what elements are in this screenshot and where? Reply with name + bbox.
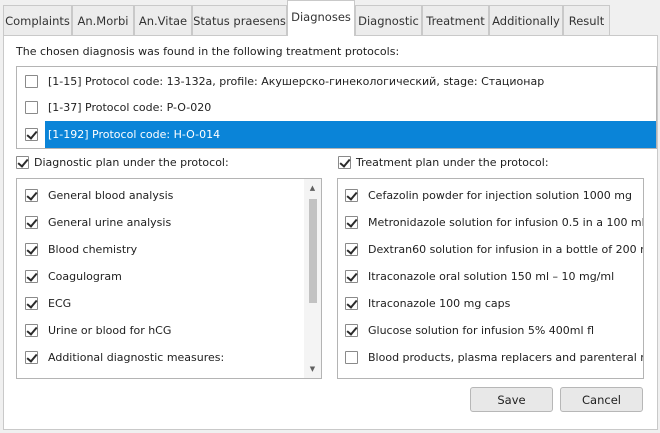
diagnostic-item[interactable]: ECG: [17, 290, 321, 317]
item-label: Dextran60 solution for infusion in a bot…: [368, 243, 643, 256]
tab-result[interactable]: Result: [563, 5, 610, 35]
diagnostic-item[interactable]: Additional diagnostic measures:: [17, 344, 321, 371]
diagnostic-item[interactable]: Urine or blood for hCG: [17, 317, 321, 344]
diagnostic-item[interactable]: General urine analysis: [17, 209, 321, 236]
diagnostic-scrollbar[interactable]: ▲ ▼: [304, 179, 321, 378]
item-label: Cefazolin powder for injection solution …: [368, 189, 632, 202]
protocols-heading: The chosen diagnosis was found in the fo…: [16, 45, 400, 58]
protocol-label: [1-192] Protocol code: H-O-014: [48, 128, 221, 141]
item-checkbox[interactable]: [345, 324, 358, 337]
item-label: Additional diagnostic measures:: [48, 351, 225, 364]
item-checkbox[interactable]: [345, 351, 358, 364]
treatment-item[interactable]: Dextran60 solution for infusion in a bot…: [338, 236, 643, 263]
diagnostic-item[interactable]: Blood chemistry: [17, 236, 321, 263]
treatment-item[interactable]: Metronidazole solution for infusion 0.5 …: [338, 209, 643, 236]
treatment-plan-list: Cefazolin powder for injection solution …: [337, 178, 644, 379]
item-checkbox[interactable]: [25, 243, 38, 256]
item-label: General blood analysis: [48, 189, 174, 202]
item-label: Blood products, plasma replacers and par…: [368, 351, 643, 364]
protocol-item[interactable]: [1-15] Protocol code: 13-132a, profile: …: [17, 68, 656, 95]
scroll-thumb[interactable]: [309, 199, 317, 303]
tab-diagnoses[interactable]: Diagnoses: [287, 0, 355, 36]
tab-treatment[interactable]: Treatment: [422, 5, 489, 35]
treatment-item[interactable]: Cefazolin powder for injection solution …: [338, 182, 643, 209]
diagnostic-item[interactable]: General blood analysis: [17, 182, 321, 209]
item-checkbox[interactable]: [345, 243, 358, 256]
tab-bar: Complaints An.Morbi An.Vitae Status prae…: [0, 0, 660, 36]
item-label: General urine analysis: [48, 216, 172, 229]
item-checkbox[interactable]: [25, 189, 38, 202]
item-checkbox[interactable]: [345, 297, 358, 310]
item-label: Itraconazole 100 mg caps: [368, 297, 511, 310]
item-checkbox[interactable]: [345, 216, 358, 229]
tab-additionally[interactable]: Additionally: [489, 5, 563, 35]
item-label: Blood chemistry: [48, 243, 138, 256]
treatment-item[interactable]: Glucose solution for infusion 5% 400ml f…: [338, 317, 643, 344]
protocol-checkbox[interactable]: [25, 75, 38, 88]
item-label: Glucose solution for infusion 5% 400ml f…: [368, 324, 594, 337]
treatment-plan-toggle[interactable]: Treatment plan under the protocol:: [338, 156, 549, 169]
treatment-plan-checkbox[interactable]: [338, 156, 351, 169]
item-checkbox[interactable]: [25, 297, 38, 310]
tab-diagnostic[interactable]: Diagnostic: [355, 5, 422, 35]
scroll-down-icon[interactable]: ▼: [304, 362, 321, 376]
item-label: Urine or blood for hCG: [48, 324, 172, 337]
save-button[interactable]: Save: [470, 387, 553, 412]
treatment-item[interactable]: Itraconazole oral solution 150 ml – 10 m…: [338, 263, 643, 290]
item-checkbox[interactable]: [25, 216, 38, 229]
item-label: ECG: [48, 297, 72, 310]
diagnostic-plan-label: Diagnostic plan under the protocol:: [34, 156, 229, 169]
protocol-checkbox[interactable]: [25, 101, 38, 114]
diagnostic-plan-list: General blood analysis General urine ana…: [16, 178, 322, 379]
item-checkbox[interactable]: [25, 351, 38, 364]
protocols-list: [1-15] Protocol code: 13-132a, profile: …: [16, 66, 657, 149]
protocol-item[interactable]: [1-37] Protocol code: P-O-020: [17, 94, 656, 121]
protocol-label: [1-37] Protocol code: P-O-020: [48, 101, 212, 114]
protocol-item-selected[interactable]: [1-192] Protocol code: H-O-014: [17, 121, 656, 148]
cancel-button[interactable]: Cancel: [560, 387, 643, 412]
diagnostic-plan-toggle[interactable]: Diagnostic plan under the protocol:: [16, 156, 229, 169]
tab-status-praesens[interactable]: Status praesens: [192, 5, 287, 35]
item-checkbox[interactable]: [25, 324, 38, 337]
treatment-item[interactable]: Itraconazole 100 mg caps: [338, 290, 643, 317]
item-checkbox[interactable]: [25, 270, 38, 283]
item-checkbox[interactable]: [345, 189, 358, 202]
item-label: Metronidazole solution for infusion 0.5 …: [368, 216, 644, 229]
diagnostic-plan-checkbox[interactable]: [16, 156, 29, 169]
treatment-plan-label: Treatment plan under the protocol:: [356, 156, 549, 169]
item-label: Coagulogram: [48, 270, 122, 283]
protocol-label: [1-15] Protocol code: 13-132a, profile: …: [48, 75, 545, 88]
item-checkbox[interactable]: [345, 270, 358, 283]
tab-an-vitae[interactable]: An.Vitae: [134, 5, 192, 35]
treatment-item[interactable]: Blood products, plasma replacers and par…: [338, 344, 643, 371]
diagnostic-item[interactable]: Coagulogram: [17, 263, 321, 290]
protocol-checkbox[interactable]: [25, 128, 38, 141]
scroll-up-icon[interactable]: ▲: [304, 181, 321, 195]
item-label: Itraconazole oral solution 150 ml – 10 m…: [368, 270, 615, 283]
tab-complaints[interactable]: Complaints: [3, 5, 72, 35]
tab-an-morbi[interactable]: An.Morbi: [72, 5, 134, 35]
